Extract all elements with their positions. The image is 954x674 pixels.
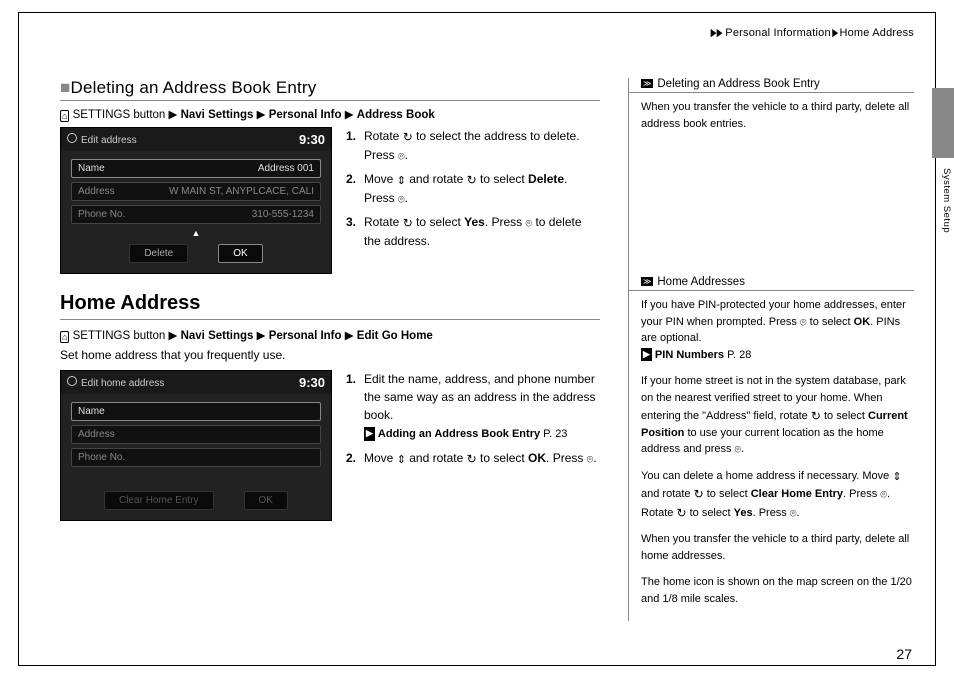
field-phone: Phone No.310-555-1234 <box>71 205 321 224</box>
side-column: ≫Deleting an Address Book Entry When you… <box>628 78 914 621</box>
step-item: 2.Move and rotate to select Delete. Pres… <box>346 170 600 207</box>
main-column: ■Deleting an Address Book Entry SETTINGS… <box>60 78 600 621</box>
link-arrow-icon: ▶ <box>641 348 652 362</box>
chevron-right-icon: ▶ <box>169 330 181 342</box>
rotate-dial-icon <box>467 171 477 190</box>
side-note: When you transfer the vehicle to a third… <box>629 99 914 132</box>
chevron-right-icon: ▶ <box>345 330 357 342</box>
rotate-dial-icon <box>467 450 477 469</box>
intro-text: Set home address that you frequently use… <box>60 348 600 362</box>
gear-icon <box>67 133 77 143</box>
breadcrumb: ▶▶Personal Information▶Home Address <box>708 26 914 39</box>
enter-button-icon <box>526 216 533 233</box>
rotate-dial-icon <box>676 504 686 523</box>
chevron-right-icon: ▶ <box>345 109 357 121</box>
enter-button-icon <box>800 315 807 332</box>
triangle-up-icon: ▲ <box>71 228 321 238</box>
link-arrow-icon: ≫ <box>641 79 653 88</box>
steps-list: 1. Edit the name, address, and phone num… <box>346 370 600 521</box>
chevron-right-icon: ▶▶ <box>711 26 723 39</box>
field-phone: Phone No. <box>71 448 321 467</box>
enter-button-icon <box>880 487 887 504</box>
field-name: NameAddress 001 <box>71 159 321 178</box>
side-note: If you have PIN-protected your home addr… <box>629 297 914 607</box>
screenshot-edit-address: Edit address 9:30 NameAddress 001 Addres… <box>60 127 332 274</box>
settings-button-icon <box>60 110 69 122</box>
enter-button-icon <box>790 506 797 523</box>
chevron-right-icon: ▶ <box>169 109 181 121</box>
field-address: AddressW MAIN ST, ANYPLCACE, CALI <box>71 182 321 201</box>
step-item: 1. Edit the name, address, and phone num… <box>346 370 600 443</box>
enter-button-icon <box>398 149 405 166</box>
clear-home-entry-button: Clear Home Entry <box>104 491 213 510</box>
settings-button-icon <box>60 331 69 343</box>
step-item: 1.Rotate to select the address to delete… <box>346 127 600 164</box>
link-arrow-icon: ≫ <box>641 277 653 286</box>
rotate-dial-icon <box>403 128 413 147</box>
cross-reference: ▶Adding an Address Book Entry P. 23 <box>364 426 600 443</box>
step-item: 2.Move and rotate to select OK. Press . <box>346 449 600 468</box>
side-heading: ≫Home Addresses <box>629 276 914 291</box>
move-joystick-icon <box>397 452 406 469</box>
ok-button: OK <box>244 491 288 510</box>
chevron-right-icon: ▶ <box>257 109 269 121</box>
field-address: Address <box>71 425 321 444</box>
enter-button-icon <box>735 442 742 459</box>
rotate-dial-icon <box>694 485 704 504</box>
rotate-dial-icon <box>811 407 821 426</box>
move-joystick-icon <box>397 173 406 190</box>
square-bullet-icon: ■ <box>60 78 70 97</box>
enter-button-icon <box>398 192 405 209</box>
step-item: 3.Rotate to select Yes. Press to delete … <box>346 213 600 250</box>
screenshot-edit-home-address: Edit home address 9:30 Name Address Phon… <box>60 370 332 521</box>
section-heading-delete-entry: ■Deleting an Address Book Entry <box>60 78 600 101</box>
gear-icon <box>67 376 77 386</box>
side-heading: ≫Deleting an Address Book Entry <box>629 78 914 93</box>
nav-path: SETTINGS button ▶ Navi Settings ▶ Person… <box>60 328 600 342</box>
ok-button: OK <box>218 244 262 263</box>
cross-reference: ▶PIN Numbers P. 28 <box>641 349 751 361</box>
clock-display: 9:30 <box>299 132 325 147</box>
rotate-dial-icon <box>403 214 413 233</box>
delete-button: Delete <box>129 244 188 263</box>
field-name: Name <box>71 402 321 421</box>
chevron-right-icon: ▶ <box>832 26 838 39</box>
chevron-right-icon: ▶ <box>257 330 269 342</box>
clock-display: 9:30 <box>299 375 325 390</box>
page-number: 27 <box>896 646 912 662</box>
enter-button-icon <box>587 452 594 469</box>
move-joystick-icon <box>892 469 901 486</box>
nav-path: SETTINGS button ▶ Navi Settings ▶ Person… <box>60 107 600 121</box>
steps-list: 1.Rotate to select the address to delete… <box>346 127 600 274</box>
section-heading-home-address: Home Address <box>60 292 600 320</box>
link-arrow-icon: ▶ <box>364 427 375 441</box>
